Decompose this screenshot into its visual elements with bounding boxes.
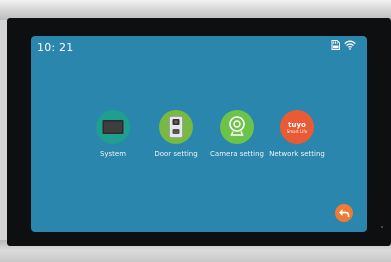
menu-label-door-setting: Door setting [154,150,198,158]
status-icons [331,40,356,50]
menu-label-network-setting: Network setting [269,150,325,158]
device-frame-top [0,0,391,20]
wifi-icon [344,40,356,50]
menu-label-system: System [99,150,127,158]
monitor-icon [96,110,130,144]
settings-menu: System Door setting Camera setting tuyo … [78,110,338,170]
indicator-dot [381,226,383,228]
menu-item-door-setting[interactable]: Door setting [141,110,211,158]
menu-label-camera-setting: Camera setting [210,150,264,158]
sd-card-icon [331,40,340,50]
camera-icon [220,110,254,144]
back-arrow-icon [338,204,350,223]
tuya-smart-life-icon: tuyo Smart Life [280,110,314,144]
smart-life-logo-text: Smart Life [286,128,308,134]
tuya-logo-text: tuyo [288,120,306,129]
menu-item-network-setting[interactable]: tuyo Smart Life Network setting [262,110,332,158]
main-screen: 10: 21 System Door setting Camera settin… [31,36,367,232]
door-station-icon [159,110,193,144]
menu-item-system[interactable]: System [78,110,148,158]
clock: 10: 21 [37,41,74,54]
back-button[interactable] [335,204,353,222]
